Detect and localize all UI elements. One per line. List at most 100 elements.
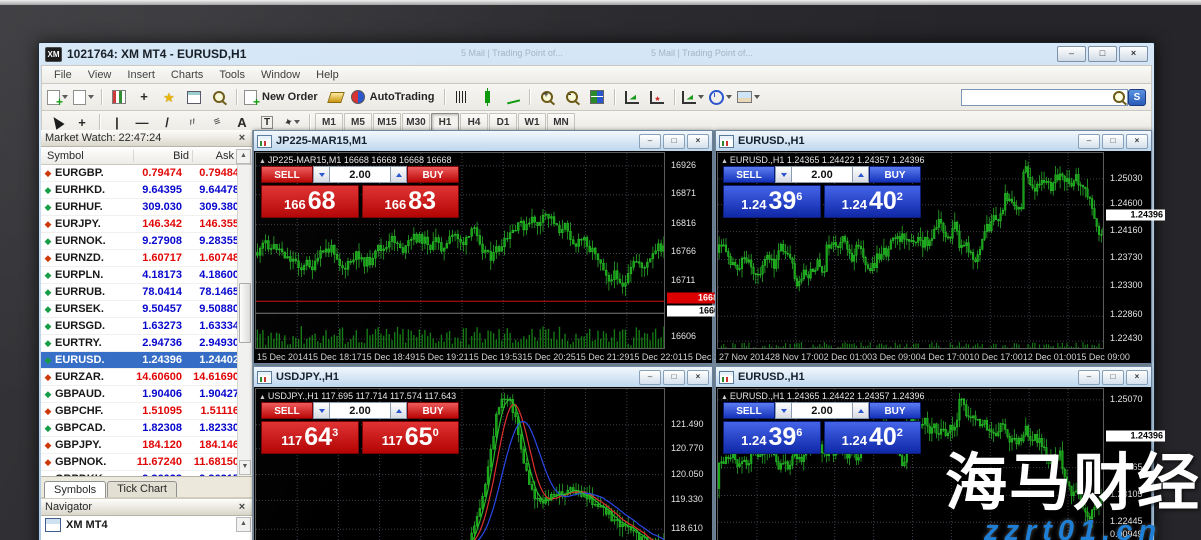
market-watch-row[interactable]: ◆ EURHKD. 9.64395 9.64478 (41, 182, 252, 199)
sell-price-button[interactable]: 16668 (261, 185, 359, 218)
buy-button[interactable]: BUY (869, 402, 921, 419)
market-watch-row[interactable]: ◆ GBPDKK. 9.36023 9.36215 (41, 471, 252, 476)
menu-item[interactable]: File (46, 69, 80, 81)
zoom-in-button[interactable]: + (535, 87, 559, 107)
buy-button[interactable]: BUY (869, 166, 921, 183)
arrows-tool[interactable]: ✦ (280, 112, 304, 132)
sell-button[interactable]: SELL (723, 166, 775, 183)
chart-close-button[interactable] (687, 134, 709, 149)
timeframe-button[interactable]: M30 (402, 113, 430, 132)
chart-restore-button[interactable] (663, 370, 685, 385)
market-watch-row[interactable]: ◆ GBPAUD. 1.90406 1.90427 (41, 386, 252, 403)
market-watch-row[interactable]: ◆ EURJPY. 146.342 146.355 (41, 216, 252, 233)
autotrading-button[interactable]: AutoTrading (349, 87, 440, 107)
chart-titlebar[interactable]: USDJPY.,H1 (254, 367, 712, 388)
close-icon[interactable] (236, 132, 248, 144)
buy-price-button[interactable]: 16683 (362, 185, 460, 218)
bar-chart-button[interactable] (450, 87, 474, 107)
market-watch-row[interactable]: ◆ EURNOK. 9.27908 9.28355 (41, 233, 252, 250)
timeframe-button[interactable]: D1 (489, 113, 517, 132)
cursor-tool[interactable] (45, 112, 69, 132)
chart-plot[interactable]: EURUSD.,H1 1.24365 1.24422 1.24357 1.243… (717, 388, 1104, 540)
lot-increase-button[interactable] (390, 166, 407, 183)
timeframe-button[interactable]: H1 (431, 113, 459, 132)
buy-button[interactable]: BUY (407, 402, 459, 419)
minimize-button[interactable] (1057, 46, 1086, 62)
auto-arrange-button[interactable] (620, 87, 644, 107)
zoom-out-button[interactable]: - (560, 87, 584, 107)
scroll-up-icon[interactable]: ▲ (236, 149, 251, 164)
buy-button[interactable]: BUY (407, 166, 459, 183)
column-bid[interactable]: Bid (134, 150, 193, 162)
chart-restore-button[interactable] (1102, 370, 1124, 385)
chart-minimize-button[interactable] (1078, 134, 1100, 149)
market-watch-row[interactable]: ◆ EURSGD. 1.63273 1.63334 (41, 318, 252, 335)
menu-item[interactable]: Charts (163, 69, 211, 81)
market-watch-row[interactable]: ◆ GBPCHF. 1.51095 1.51116 (41, 403, 252, 420)
timeframe-button[interactable]: M15 (373, 113, 401, 132)
market-watch-header[interactable]: Market Watch: 22:47:24 (41, 130, 252, 147)
chart-plot[interactable]: EURUSD.,H1 1.24365 1.24422 1.24357 1.243… (717, 152, 1104, 349)
lot-decrease-button[interactable] (775, 402, 792, 419)
market-watch-row[interactable]: ◆ GBPNOK. 11.67240 11.68150 (41, 454, 252, 471)
chart-restore-button[interactable] (663, 134, 685, 149)
market-watch-row[interactable]: ◆ EURGBP. 0.79474 0.79484 (41, 165, 252, 182)
menu-item[interactable]: Help (308, 69, 347, 81)
window-titlebar[interactable]: XM 1021764: XM MT4 - EURUSD,H1 5 Mail | … (41, 43, 1152, 65)
strategy-tester-toggle[interactable] (207, 87, 231, 107)
sell-price-button[interactable]: 117643 (261, 421, 359, 454)
market-watch-row[interactable]: ◆ EURPLN. 4.18173 4.18600 (41, 267, 252, 284)
close-icon[interactable] (236, 501, 248, 513)
navigator-header[interactable]: Navigator (41, 499, 252, 516)
chart-autoscroll-button[interactable] (645, 87, 669, 107)
market-watch-row[interactable]: ◆ EURUSD. 1.24396 1.24402 (41, 352, 252, 369)
expert-advisors-button[interactable] (324, 87, 348, 107)
chart-titlebar[interactable]: JP225-MAR15,M1 (254, 131, 712, 152)
chart-titlebar[interactable]: EURUSD.,H1 (716, 131, 1151, 152)
vertical-line-tool[interactable]: | (105, 112, 129, 132)
buy-price-button[interactable]: 1.24402 (824, 421, 922, 454)
lot-increase-button[interactable] (852, 402, 869, 419)
lot-increase-button[interactable] (852, 166, 869, 183)
scrollbar-thumb[interactable] (239, 283, 251, 343)
chart-restore-button[interactable] (1102, 134, 1124, 149)
terminal-toggle[interactable] (182, 87, 206, 107)
market-watch-scrollbar[interactable]: ▼ (237, 165, 252, 476)
market-watch-row[interactable]: ◆ EURHUF. 309.030 309.380 (41, 199, 252, 216)
horizontal-line-tool[interactable]: — (130, 112, 154, 132)
market-watch-row[interactable]: ◆ GBPCAD. 1.82308 1.82330 (41, 420, 252, 437)
candlestick-button[interactable] (475, 87, 499, 107)
sell-button[interactable]: SELL (261, 402, 313, 419)
market-watch-tab[interactable]: Tick Chart (107, 481, 177, 497)
chart-minimize-button[interactable] (639, 370, 661, 385)
market-watch-toggle[interactable] (107, 87, 131, 107)
trendline-tool[interactable]: / (155, 112, 179, 132)
market-watch-row[interactable]: ◆ EURZAR. 14.60600 14.61690 (41, 369, 252, 386)
scroll-up-icon[interactable]: ▲ (236, 517, 251, 532)
maximize-button[interactable] (1088, 46, 1117, 62)
timeframe-button[interactable]: M5 (344, 113, 372, 132)
profiles-button[interactable] (71, 87, 96, 107)
sell-price-button[interactable]: 1.24396 (723, 185, 821, 218)
menu-item[interactable]: View (80, 69, 120, 81)
market-watch-row[interactable]: ◆ EURTRY. 2.94736 2.94930 (41, 335, 252, 352)
navigator-account-item[interactable]: XM MT4 (41, 516, 252, 533)
market-watch-row[interactable]: ◆ EURRUB. 78.0414 78.1465 (41, 284, 252, 301)
menu-item[interactable]: Tools (211, 69, 253, 81)
lot-increase-button[interactable] (390, 402, 407, 419)
close-button[interactable] (1119, 46, 1148, 62)
timeframe-button[interactable]: MN (547, 113, 575, 132)
column-symbol[interactable]: Symbol (41, 150, 134, 162)
new-order-button[interactable]: New Order (242, 87, 323, 107)
buy-price-button[interactable]: 117650 (362, 421, 460, 454)
line-chart-button[interactable] (500, 87, 524, 107)
market-watch-row[interactable]: ◆ EURNZD. 1.60717 1.60748 (41, 250, 252, 267)
community-button[interactable]: S (1128, 89, 1146, 106)
chart-plot[interactable]: USDJPY.,H1 117.695 117.714 117.574 117.6… (255, 388, 665, 540)
chart-titlebar[interactable]: EURUSD.,H1 (716, 367, 1151, 388)
search-input[interactable] (961, 89, 1128, 106)
chart-close-button[interactable] (1126, 370, 1148, 385)
lot-decrease-button[interactable] (313, 402, 330, 419)
buy-price-button[interactable]: 1.24402 (824, 185, 922, 218)
chart-plot[interactable]: JP225-MAR15,M1 16668 16668 16668 16668 S… (255, 152, 665, 349)
